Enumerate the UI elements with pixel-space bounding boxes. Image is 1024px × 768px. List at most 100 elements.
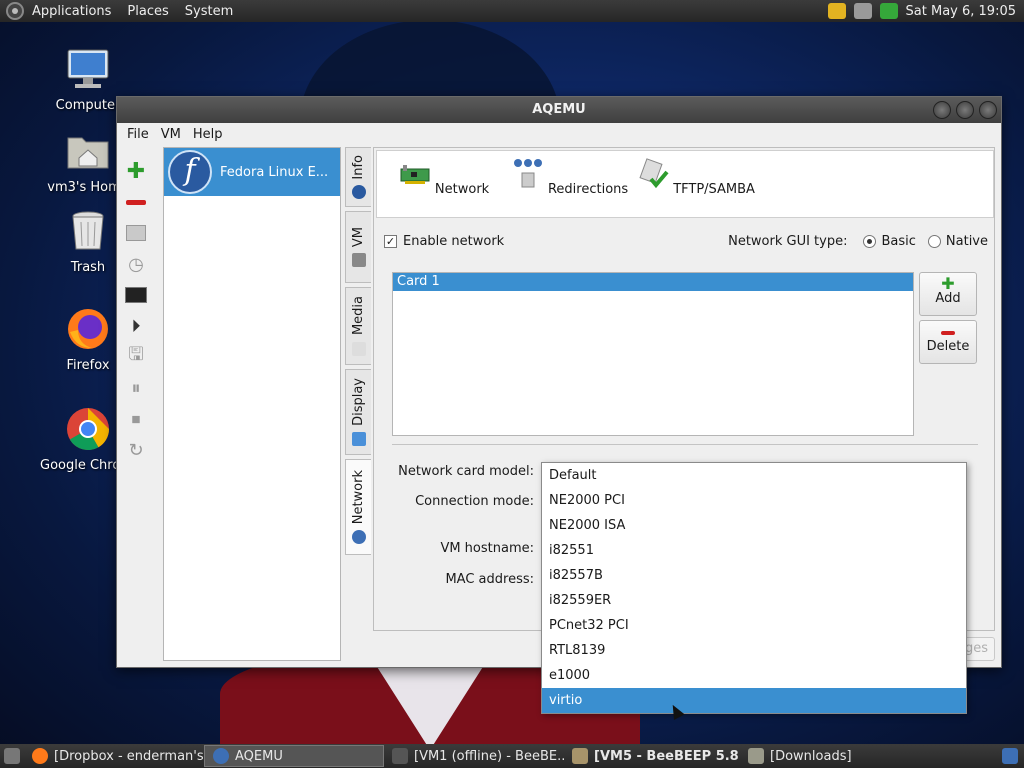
close-button[interactable]	[979, 101, 997, 119]
delete-card-button[interactable]: Delete	[919, 320, 977, 364]
vm-hostname-label: VM hostname:	[440, 541, 534, 556]
dropdown-option[interactable]: e1000	[542, 663, 966, 688]
beebeep-tray-icon[interactable]	[827, 3, 846, 19]
pause-vm-button[interactable]: ⏸	[123, 375, 149, 401]
minimize-button[interactable]	[933, 101, 951, 119]
app-g-tray-icon[interactable]	[879, 3, 898, 19]
vm-clock-button[interactable]: ◷	[123, 251, 149, 277]
network-page-tabs: Network Redirections TFTP/SAMBA	[376, 150, 994, 218]
tab-info-label: Info	[351, 154, 366, 180]
refresh-icon: ↻	[128, 439, 144, 461]
task-aqemu[interactable]: AQEMU	[204, 745, 384, 767]
beebeep-icon	[572, 748, 588, 764]
top-panel: Applications Places System Sat May 6, 19…	[0, 0, 1024, 22]
page-tab-network[interactable]: Network	[381, 151, 507, 217]
dropdown-option[interactable]: i82559ER	[542, 588, 966, 613]
dropdown-option[interactable]: i82551	[542, 538, 966, 563]
dropdown-option[interactable]: Default	[542, 463, 966, 488]
tab-display[interactable]: Display	[345, 369, 371, 455]
fedora-icon: f	[168, 150, 212, 194]
save-vm-button[interactable]: 🖫	[123, 344, 149, 370]
redirections-icon	[513, 159, 542, 188]
clock[interactable]: Sat May 6, 19:05	[906, 4, 1016, 19]
tray-aqemu[interactable]	[996, 745, 1024, 767]
home-folder-icon	[67, 137, 109, 169]
page-tab-tftp-samba[interactable]: TFTP/SAMBA	[633, 151, 759, 217]
task-dropbox-firefox[interactable]: [Dropbox - enderman's...	[24, 745, 204, 767]
system-menu[interactable]: System	[177, 4, 241, 19]
dropdown-option[interactable]: i82557B	[542, 563, 966, 588]
dropdown-option-highlighted[interactable]: virtio	[542, 688, 966, 713]
aqemu-tray-icon	[1002, 748, 1018, 764]
vm-menu[interactable]: VM	[155, 127, 187, 142]
file-menu[interactable]: File	[121, 127, 155, 142]
tab-network-label: Network	[351, 469, 366, 525]
volume-icon[interactable]	[853, 3, 872, 19]
gui-type-native-radio[interactable]	[927, 235, 941, 248]
task-downloads[interactable]: [Downloads]	[740, 745, 910, 767]
add-card-label: Add	[935, 291, 961, 306]
dropdown-option[interactable]: RTL8139	[542, 638, 966, 663]
firefox-icon	[68, 309, 108, 349]
tab-vm[interactable]: VM	[345, 211, 371, 283]
dropdown-option[interactable]: NE2000 PCI	[542, 488, 966, 513]
stop-icon: ⏹	[131, 408, 141, 430]
tools-icon	[351, 253, 366, 268]
tab-info[interactable]: Info	[345, 147, 371, 207]
task-label: [VM5 - BeeBEEP 5.8.6]	[594, 748, 740, 764]
page-tab-tftp-samba-label: TFTP/SAMBA	[673, 182, 755, 197]
show-desktop-icon	[4, 748, 20, 764]
show-desktop-button[interactable]	[0, 745, 24, 767]
stop-vm-button[interactable]: ⏹	[123, 406, 149, 432]
left-toolbar: ✚ ◷ ⏵ 🖫 ⏸ ⏹ ↻	[121, 153, 151, 468]
disk-icon	[126, 225, 146, 241]
enable-network-label: Enable network	[403, 234, 505, 249]
add-vm-button[interactable]: ✚	[123, 158, 149, 184]
task-label: AQEMU	[235, 748, 283, 764]
delete-vm-button[interactable]	[123, 189, 149, 215]
reset-vm-button[interactable]: ↻	[123, 437, 149, 463]
system-tray: Sat May 6, 19:05	[827, 3, 1024, 19]
places-menu[interactable]: Places	[119, 4, 176, 19]
divider	[392, 444, 978, 445]
taskbar: [Dropbox - enderman's... AQEMU [VM1 (off…	[0, 744, 1024, 768]
card-model-label: Network card model:	[398, 464, 534, 479]
gui-type-basic-radio[interactable]	[863, 235, 877, 248]
tftp-samba-icon	[639, 158, 669, 189]
tab-network[interactable]: Network	[345, 459, 371, 555]
vm-list-item[interactable]: f Fedora Linux E...	[164, 148, 340, 196]
applications-menu[interactable]: Applications	[24, 4, 119, 19]
apply-changes-label: ges	[964, 641, 988, 656]
vm-disk-button[interactable]	[123, 220, 149, 246]
media-icon	[351, 341, 366, 356]
start-vm-button[interactable]: ⏵	[123, 313, 149, 339]
computer-icon	[67, 49, 109, 88]
connection-mode-label: Connection mode:	[415, 494, 534, 509]
info-icon	[351, 185, 366, 200]
menu-bar: File VM Help	[117, 123, 1001, 145]
firefox-icon	[32, 748, 48, 764]
pause-icon: ⏸	[131, 377, 141, 399]
window-titlebar[interactable]: AQEMU	[117, 97, 1001, 123]
add-card-button[interactable]: ✚ Add	[919, 272, 977, 316]
terminal-icon	[125, 287, 147, 303]
tab-media[interactable]: Media	[345, 287, 371, 365]
card-model-dropdown: Default NE2000 PCI NE2000 ISA i82551 i82…	[541, 462, 967, 714]
distro-logo-icon[interactable]	[6, 2, 24, 20]
dropdown-option[interactable]: NE2000 ISA	[542, 513, 966, 538]
page-tab-redirections[interactable]: Redirections	[507, 151, 633, 217]
vm-console-button[interactable]	[123, 282, 149, 308]
minus-icon	[126, 199, 146, 205]
window-icon	[392, 748, 408, 764]
enable-network-row: ✓ Enable network Network GUI type: Basic…	[384, 234, 988, 249]
task-vm1-beebeep[interactable]: [VM1 (offline) - BeeBE...	[384, 745, 564, 767]
network-cards-list: Card 1	[392, 272, 914, 436]
task-vm5-beebeep[interactable]: [VM5 - BeeBEEP 5.8.6]	[564, 745, 740, 767]
help-menu[interactable]: Help	[187, 127, 229, 142]
enable-network-checkbox[interactable]: ✓	[384, 235, 397, 248]
aqemu-icon	[213, 748, 229, 764]
list-item[interactable]: Card 1	[393, 273, 913, 291]
display-icon	[351, 431, 366, 446]
maximize-button[interactable]	[956, 101, 974, 119]
dropdown-option[interactable]: PCnet32 PCI	[542, 613, 966, 638]
